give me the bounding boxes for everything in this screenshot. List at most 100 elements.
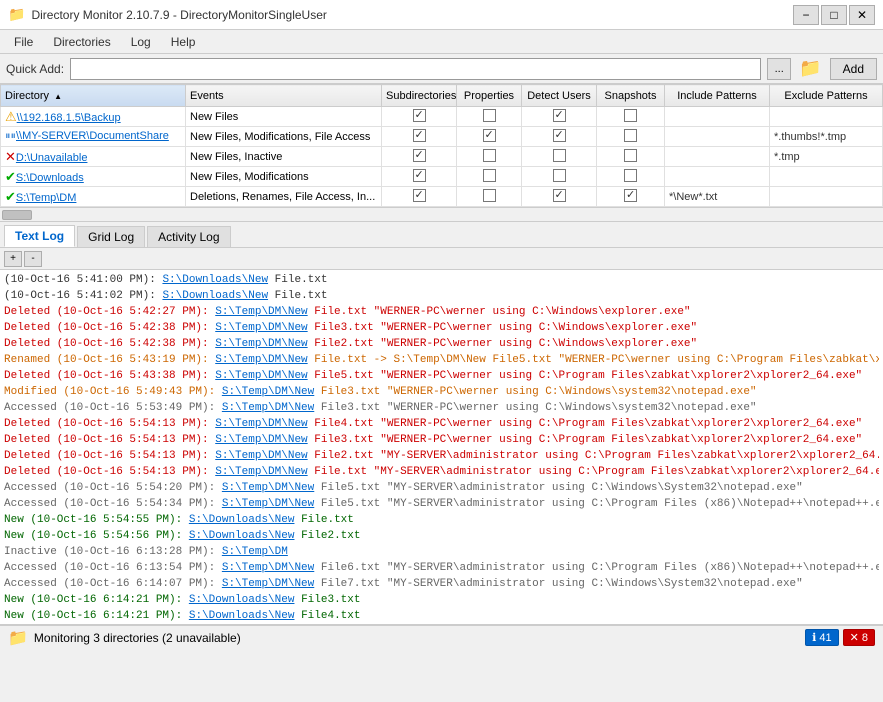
log-prefix: Accessed (10-Oct-16 6:14:07 PM): bbox=[4, 578, 222, 590]
menu-file[interactable]: File bbox=[4, 33, 43, 51]
log-suffix: File3.txt "WERNER-PC\werner using C:\Win… bbox=[314, 402, 756, 414]
info-badge[interactable]: ℹ 41 bbox=[805, 629, 838, 646]
log-path[interactable]: S:\Temp\DM\New bbox=[222, 386, 314, 398]
props-checkbox[interactable] bbox=[483, 169, 496, 182]
props-checkbox[interactable] bbox=[483, 109, 496, 122]
titlebar: 📁 Directory Monitor 2.10.7.9 - Directory… bbox=[0, 0, 883, 30]
quickadd-bar: Quick Add: ... 📁 Add bbox=[0, 54, 883, 84]
log-path[interactable]: S:\Temp\DM\New bbox=[215, 322, 307, 334]
log-path[interactable]: S:\Temp\DM\New bbox=[215, 466, 307, 478]
log-line: Deleted (10-Oct-16 5:54:13 PM): S:\Temp\… bbox=[4, 448, 879, 464]
props-checkbox[interactable] bbox=[483, 189, 496, 202]
dir-path[interactable]: \\MY-SERVER\DocumentShare bbox=[16, 130, 169, 142]
status-green-icon: ✔ bbox=[5, 169, 16, 184]
log-path[interactable]: S:\Temp\DM\New bbox=[215, 306, 307, 318]
subdirs-checkbox[interactable] bbox=[413, 169, 426, 182]
subdirs-checkbox[interactable] bbox=[413, 189, 426, 202]
dir-path[interactable]: S:\Temp\DM bbox=[16, 192, 77, 204]
menu-directories[interactable]: Directories bbox=[43, 33, 120, 51]
dir-path[interactable]: \\192.168.1.5\Backup bbox=[17, 112, 121, 124]
tab-text-log[interactable]: Text Log bbox=[4, 225, 75, 247]
tab-activity-log[interactable]: Activity Log bbox=[147, 226, 230, 247]
subdirs-checkbox[interactable] bbox=[413, 109, 426, 122]
log-line: Accessed (10-Oct-16 6:14:07 PM): S:\Temp… bbox=[4, 576, 879, 592]
minimize-button[interactable]: − bbox=[793, 5, 819, 25]
log-path[interactable]: S:\Temp\DM\New bbox=[215, 338, 307, 350]
log-add-button[interactable]: + bbox=[4, 251, 22, 267]
log-path[interactable]: S:\Temp\DM\New bbox=[222, 482, 314, 494]
col-header-exclude[interactable]: Exclude Patterns bbox=[770, 85, 883, 107]
log-path[interactable]: S:\Temp\DM\New bbox=[222, 578, 314, 590]
col-header-snaps[interactable]: Snapshots bbox=[597, 85, 665, 107]
table-row: ⏸⏸\\MY-SERVER\DocumentShare New Files, M… bbox=[1, 127, 883, 147]
log-path[interactable]: S:\Downloads\New bbox=[189, 530, 295, 542]
col-header-events[interactable]: Events bbox=[186, 85, 382, 107]
col-header-subdirs[interactable]: Subdirectories bbox=[382, 85, 457, 107]
col-header-props[interactable]: Properties bbox=[457, 85, 522, 107]
log-prefix: (10-Oct-16 5:41:00 PM): bbox=[4, 274, 162, 286]
subdirs-checkbox[interactable] bbox=[413, 149, 426, 162]
log-suffix: File.txt bbox=[294, 514, 353, 526]
log-line: Inactive (10-Oct-16 6:13:28 PM): S:\Temp… bbox=[4, 544, 879, 560]
log-path[interactable]: S:\Temp\DM\New bbox=[215, 354, 307, 366]
exclude-pattern: *.tmp bbox=[774, 151, 800, 163]
dir-path[interactable]: D:\Unavailable bbox=[16, 152, 88, 164]
quickadd-browse-button[interactable]: ... bbox=[767, 58, 791, 80]
hscroll-thumb[interactable] bbox=[2, 210, 32, 220]
log-path[interactable]: S:\Temp\DM\New bbox=[215, 450, 307, 462]
snaps-checkbox[interactable] bbox=[624, 169, 637, 182]
snaps-checkbox[interactable] bbox=[624, 189, 637, 202]
tab-grid-log[interactable]: Grid Log bbox=[77, 226, 145, 247]
detect-checkbox[interactable] bbox=[553, 169, 566, 182]
log-path[interactable]: S:\Temp\DM\New bbox=[215, 418, 307, 430]
detect-checkbox[interactable] bbox=[553, 129, 566, 142]
log-path[interactable]: S:\Downloads\New bbox=[189, 514, 295, 526]
props-checkbox[interactable] bbox=[483, 149, 496, 162]
events-text: New Files, Inactive bbox=[190, 151, 282, 163]
menu-help[interactable]: Help bbox=[161, 33, 206, 51]
log-path[interactable]: S:\Downloads\New bbox=[162, 290, 268, 302]
error-badge[interactable]: ✕ 8 bbox=[843, 629, 875, 646]
directory-table-container: Directory ▲ Events Subdirectories Proper… bbox=[0, 84, 883, 208]
dir-path[interactable]: S:\Downloads bbox=[16, 172, 84, 184]
maximize-button[interactable]: □ bbox=[821, 5, 847, 25]
quickadd-add-button[interactable]: Add bbox=[830, 58, 877, 80]
log-path[interactable]: S:\Temp\DM bbox=[222, 546, 288, 558]
detect-checkbox[interactable] bbox=[553, 109, 566, 122]
table-hscroll[interactable] bbox=[0, 208, 883, 222]
tabs-bar: Text Log Grid Log Activity Log bbox=[0, 222, 883, 248]
subdirs-checkbox[interactable] bbox=[413, 129, 426, 142]
log-area[interactable]: (10-Oct-16 5:41:00 PM): S:\Downloads\New… bbox=[0, 270, 883, 625]
log-line: Deleted (10-Oct-16 5:54:13 PM): S:\Temp\… bbox=[4, 432, 879, 448]
events-text: New Files, Modifications bbox=[190, 171, 309, 183]
log-path[interactable]: S:\Temp\DM\New bbox=[215, 370, 307, 382]
table-row: ⚠\\192.168.1.5\Backup New Files bbox=[1, 107, 883, 127]
props-checkbox[interactable] bbox=[483, 129, 496, 142]
snaps-checkbox[interactable] bbox=[624, 129, 637, 142]
detect-checkbox[interactable] bbox=[553, 149, 566, 162]
log-path[interactable]: S:\Temp\DM\New bbox=[215, 434, 307, 446]
snaps-checkbox[interactable] bbox=[624, 149, 637, 162]
log-path[interactable]: S:\Temp\DM\New bbox=[222, 402, 314, 414]
log-prefix: Inactive (10-Oct-16 6:13:28 PM): bbox=[4, 546, 222, 558]
log-prefix: New (10-Oct-16 5:54:55 PM): bbox=[4, 514, 189, 526]
col-header-directory[interactable]: Directory ▲ bbox=[1, 85, 186, 107]
log-prefix: Accessed (10-Oct-16 5:54:34 PM): bbox=[4, 498, 222, 510]
log-path[interactable]: S:\Downloads\New bbox=[189, 610, 295, 622]
detect-checkbox[interactable] bbox=[553, 189, 566, 202]
close-button[interactable]: ✕ bbox=[849, 5, 875, 25]
log-suffix: File2.txt "WERNER-PC\werner using C:\Win… bbox=[308, 338, 697, 350]
col-header-detect[interactable]: Detect Users bbox=[522, 85, 597, 107]
col-header-include[interactable]: Include Patterns bbox=[665, 85, 770, 107]
snaps-checkbox[interactable] bbox=[624, 109, 637, 122]
menu-log[interactable]: Log bbox=[121, 33, 161, 51]
log-suffix: File5.txt "MY-SERVER\administrator using… bbox=[314, 498, 879, 510]
quickadd-input[interactable] bbox=[70, 58, 761, 80]
log-path[interactable]: S:\Downloads\New bbox=[162, 274, 268, 286]
log-suffix: File4.txt bbox=[294, 610, 360, 622]
log-path[interactable]: S:\Temp\DM\New bbox=[222, 562, 314, 574]
log-path[interactable]: S:\Temp\DM\New bbox=[222, 498, 314, 510]
log-path[interactable]: S:\Downloads\New bbox=[189, 594, 295, 606]
events-text: New Files bbox=[190, 111, 238, 123]
log-remove-button[interactable]: - bbox=[24, 251, 42, 267]
